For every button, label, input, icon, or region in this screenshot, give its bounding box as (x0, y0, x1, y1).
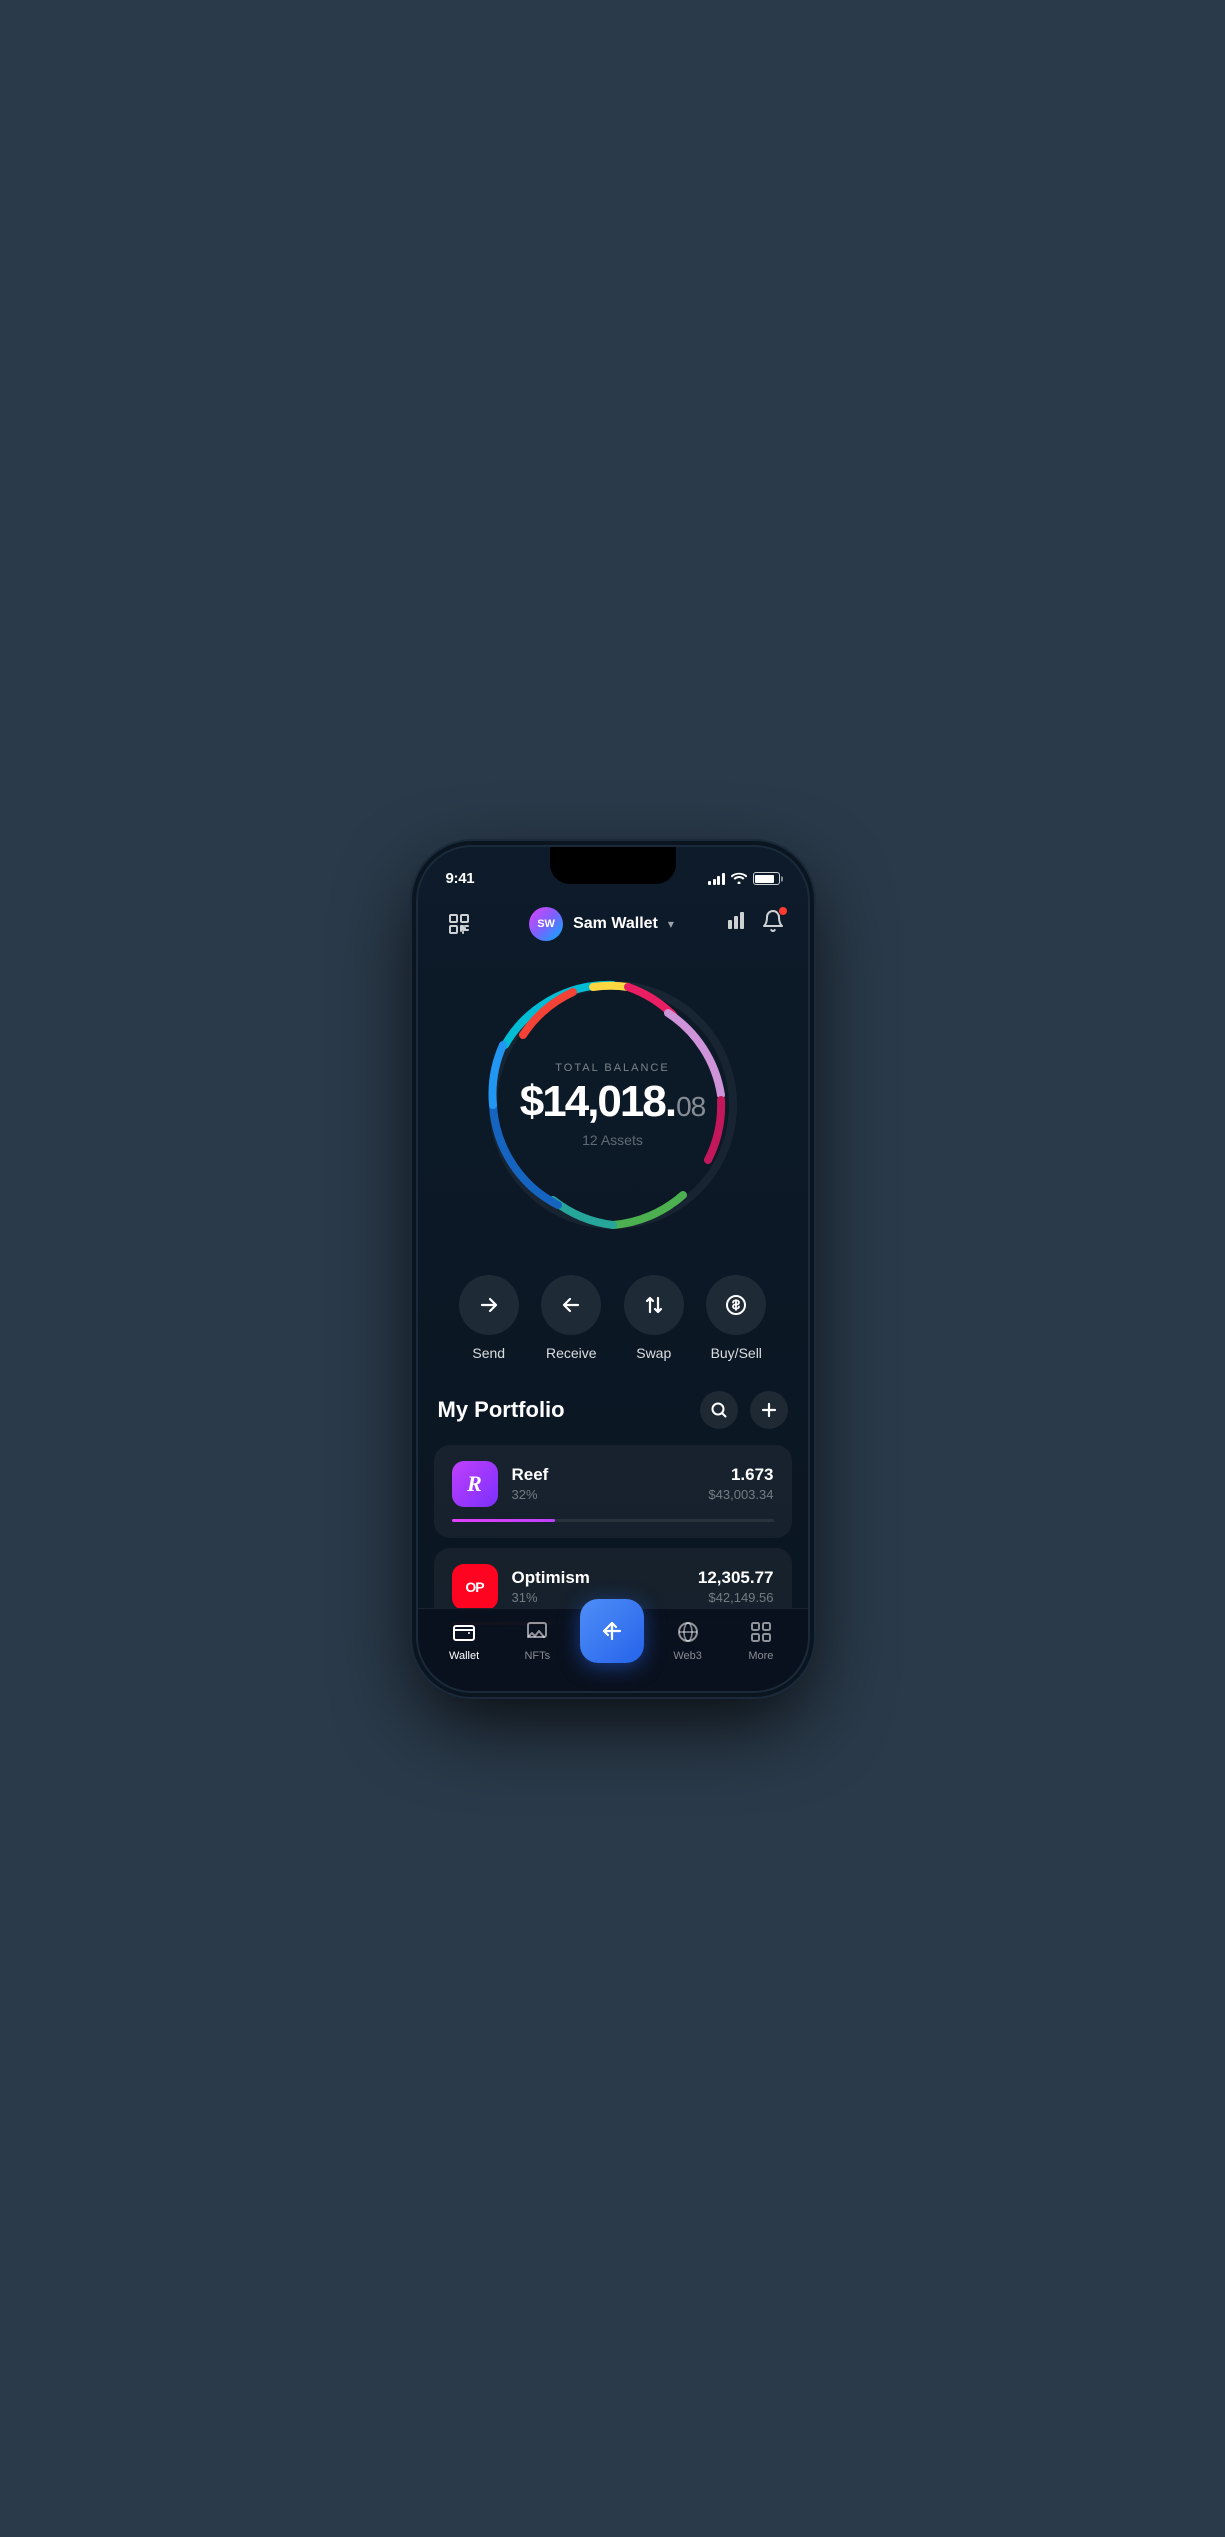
reef-amount: 1.673 (708, 1465, 773, 1485)
optimism-amount: 12,305.77 (698, 1568, 774, 1588)
wallet-name: Sam Wallet (573, 915, 658, 933)
battery-icon (753, 872, 780, 885)
wallet-nav-icon (451, 1619, 477, 1645)
reef-bar-container (452, 1519, 774, 1522)
nav-center-button[interactable] (580, 1599, 644, 1663)
reef-values: 1.673 $43,003.34 (708, 1465, 773, 1502)
wifi-icon (731, 871, 747, 887)
more-nav-icon (748, 1619, 774, 1645)
web3-nav-label: Web3 (673, 1650, 702, 1662)
notification-badge (778, 906, 788, 916)
send-icon-circle (459, 1275, 519, 1335)
portfolio-add-button[interactable] (750, 1391, 788, 1429)
balance-amount: $14,018. 08 (520, 1080, 705, 1124)
swap-label: Swap (636, 1345, 671, 1361)
reef-percent: 32% (512, 1487, 695, 1502)
balance-assets: 12 Assets (582, 1132, 643, 1148)
send-label: Send (472, 1345, 505, 1361)
screen: 9:41 (418, 847, 808, 1691)
more-nav-label: More (748, 1650, 773, 1662)
receive-label: Receive (546, 1345, 597, 1361)
buysell-icon-circle (706, 1275, 766, 1335)
portfolio-title: My Portfolio (438, 1397, 565, 1423)
portfolio-actions (700, 1391, 788, 1429)
notification-bell[interactable] (761, 909, 785, 938)
balance-main: $14,018. (520, 1080, 675, 1124)
reef-icon: R (452, 1461, 498, 1507)
nav-wallet[interactable]: Wallet (434, 1619, 494, 1662)
optimism-values: 12,305.77 $42,149.56 (698, 1568, 774, 1605)
phone-frame: 9:41 (418, 847, 808, 1691)
web3-nav-icon (675, 1619, 701, 1645)
receive-icon-circle (541, 1275, 601, 1335)
balance-ring-container: TOTAL BALANCE $14,018. 08 12 Assets (418, 955, 808, 1265)
nav-nfts[interactable]: NFTs (507, 1619, 567, 1662)
status-icons (708, 871, 780, 887)
nav-web3[interactable]: Web3 (658, 1619, 718, 1662)
chart-icon[interactable] (725, 910, 747, 937)
action-buttons: Send Receive Swap (418, 1265, 808, 1391)
optimism-usd: $42,149.56 (698, 1590, 774, 1605)
buysell-button[interactable]: Buy/Sell (706, 1275, 766, 1361)
reef-asset-row: R Reef 32% 1.673 $43,003.34 (452, 1461, 774, 1507)
bottom-nav: Wallet NFTs (418, 1608, 808, 1691)
optimism-name: Optimism (512, 1568, 684, 1588)
nav-more[interactable]: More (731, 1619, 791, 1662)
wallet-selector[interactable]: SW Sam Wallet ▾ (529, 907, 674, 941)
receive-button[interactable]: Receive (541, 1275, 601, 1361)
balance-label: TOTAL BALANCE (555, 1062, 669, 1074)
portfolio-search-button[interactable] (700, 1391, 738, 1429)
buysell-label: Buy/Sell (711, 1345, 762, 1361)
signal-icon (708, 873, 725, 885)
reef-info: Reef 32% (512, 1465, 695, 1502)
portfolio-header: My Portfolio (434, 1391, 792, 1445)
notch (550, 847, 676, 884)
reef-name: Reef (512, 1465, 695, 1485)
header: SW Sam Wallet ▾ (418, 897, 808, 955)
asset-card-reef[interactable]: R Reef 32% 1.673 $43,003.34 (434, 1445, 792, 1538)
reef-usd: $43,003.34 (708, 1487, 773, 1502)
balance-content: TOTAL BALANCE $14,018. 08 12 Assets (520, 1062, 705, 1148)
send-button[interactable]: Send (459, 1275, 519, 1361)
swap-button[interactable]: Swap (624, 1275, 684, 1361)
swap-icon-circle (624, 1275, 684, 1335)
nfts-nav-icon (524, 1619, 550, 1645)
scan-button[interactable] (440, 905, 478, 943)
status-time: 9:41 (446, 870, 475, 887)
optimism-icon: OP (452, 1564, 498, 1610)
chevron-down-icon: ▾ (668, 917, 674, 931)
header-actions (725, 909, 785, 938)
reef-bar (452, 1519, 555, 1522)
avatar: SW (529, 907, 563, 941)
balance-cents: 08 (676, 1093, 705, 1121)
wallet-nav-label: Wallet (449, 1650, 479, 1662)
nfts-nav-label: NFTs (524, 1650, 550, 1662)
